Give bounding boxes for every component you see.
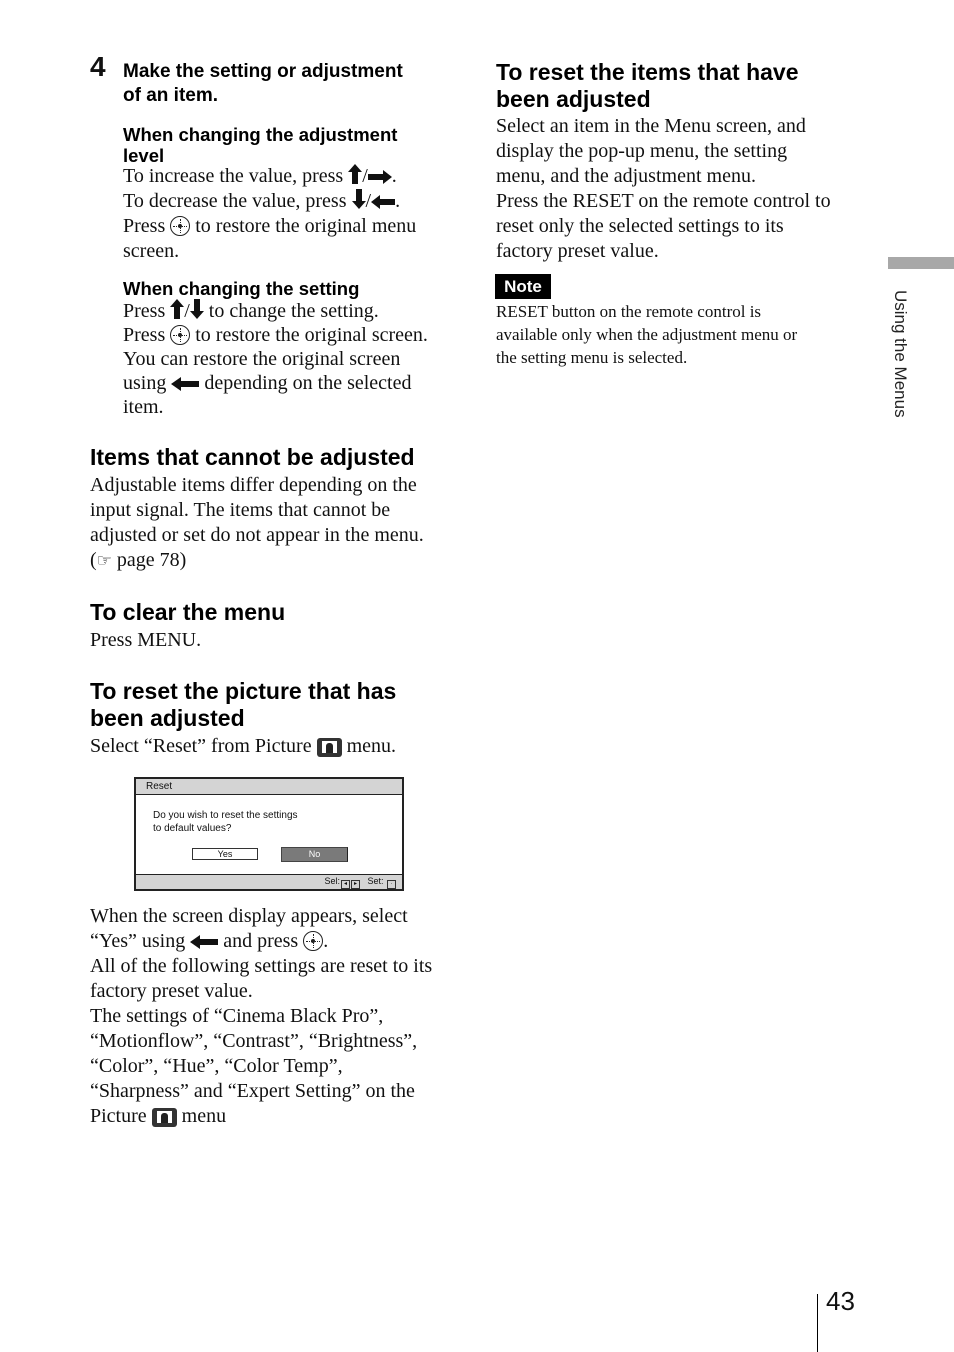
- section-tab-label: Using the Menus: [891, 290, 910, 418]
- reset-items-body: Select an item in the Menu screen, and d…: [496, 115, 831, 262]
- page-number: 43: [826, 1286, 855, 1316]
- right-key-icon: ▸: [350, 880, 360, 889]
- page-reference[interactable]: (☞ page 78): [90, 548, 424, 574]
- setting-heading: When changing the setting: [123, 278, 360, 299]
- down-arrow-icon: [189, 299, 204, 319]
- yes-button[interactable]: Yes: [192, 848, 258, 860]
- right-arrow-icon: [367, 170, 392, 184]
- reset-picture-details: When the screen display appears, select …: [90, 905, 433, 1127]
- up-arrow-icon: [170, 299, 185, 319]
- reset-dialog: Reset Do you wish to reset the settings …: [134, 777, 404, 891]
- enter-button-icon: [303, 931, 324, 951]
- left-key-icon: ◂: [340, 880, 350, 889]
- adjustment-level-heading: When changing the adjustment level: [123, 124, 398, 166]
- step-title: Make the setting or adjustment of an ite…: [123, 61, 403, 106]
- left-arrow-icon: [190, 935, 219, 949]
- up-arrow-icon: [348, 164, 363, 184]
- clear-menu-heading: To clear the menu: [90, 599, 286, 625]
- note-body: RESET button on the remote control is av…: [496, 302, 798, 367]
- section-tab-marker: [888, 257, 954, 269]
- left-arrow-icon: [171, 377, 200, 391]
- enter-key-icon: ·: [387, 880, 396, 889]
- enter-button-icon: [170, 325, 191, 345]
- clear-menu-body: Press MENU.: [90, 629, 202, 651]
- pointing-hand-icon: ☞: [96, 551, 112, 571]
- cannot-adjust-body: Adjustable items differ depending on the…: [90, 473, 424, 574]
- reset-picture-heading: To reset the picture that has been adjus…: [90, 678, 397, 731]
- picture-menu-icon: [316, 738, 342, 757]
- page-number-divider: [817, 1294, 818, 1352]
- adjustment-level-body: To increase the value, press /. To decre…: [123, 164, 417, 262]
- note-badge: Note: [495, 274, 551, 299]
- reset-items-heading: To reset the items that have been adjust…: [496, 59, 799, 112]
- dialog-title: Reset: [136, 779, 402, 795]
- reset-picture-instruction: Select “Reset” from Picture menu.: [90, 735, 397, 757]
- down-arrow-icon: [351, 189, 366, 209]
- setting-body: Press / to change the setting. Press to …: [123, 299, 428, 418]
- dialog-message: Do you wish to reset the settings to def…: [153, 810, 298, 834]
- no-button[interactable]: No: [281, 847, 348, 862]
- dialog-footer: Sel: ◂ ▸ Set: ·: [136, 874, 402, 889]
- picture-menu-icon: [151, 1108, 177, 1127]
- cannot-adjust-heading: Items that cannot be adjusted: [90, 444, 415, 470]
- enter-button-icon: [170, 216, 191, 236]
- left-arrow-icon: [371, 195, 396, 209]
- step-number: 4: [90, 51, 106, 82]
